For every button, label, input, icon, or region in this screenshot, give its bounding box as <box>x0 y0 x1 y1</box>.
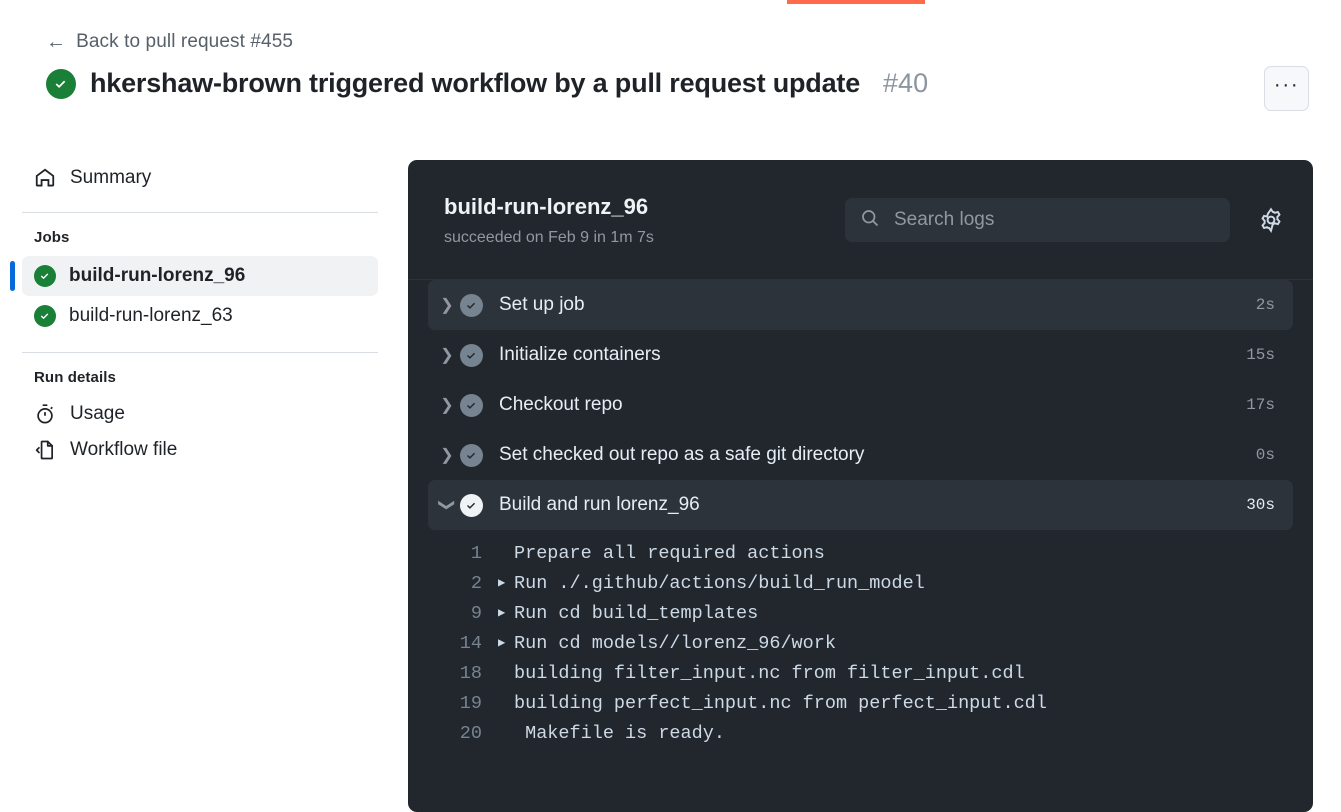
sidebar-jobs-heading: Jobs <box>34 229 70 246</box>
log-line[interactable]: 19 building perfect_input.nc from perfec… <box>408 688 1313 718</box>
page-title-row: hkershaw-brown triggered workflow by a p… <box>46 68 1226 99</box>
stopwatch-icon <box>34 403 56 425</box>
log-line[interactable]: 18 building filter_input.nc from filter_… <box>408 658 1313 688</box>
search-icon <box>860 208 880 233</box>
step-label: Checkout repo <box>499 394 623 415</box>
arrow-left-icon: ← <box>46 31 67 53</box>
back-to-pull-request-link[interactable]: ← Back to pull request #455 <box>46 31 293 53</box>
sidebar-item-summary[interactable]: Summary <box>22 160 378 196</box>
log-line-number: 1 <box>470 542 482 564</box>
log-group-caret[interactable]: ▶ <box>498 637 514 649</box>
log-line-number: 19 <box>459 692 482 714</box>
log-line-text: building filter_input.nc from filter_inp… <box>514 662 1025 684</box>
check-circle-icon <box>460 293 483 317</box>
log-group-caret[interactable]: ▶ <box>498 607 514 619</box>
step-row-0[interactable]: ❯ Set up job 2s <box>428 280 1293 330</box>
log-line[interactable]: 1 Prepare all required actions <box>408 538 1313 568</box>
sidebar-item-workflow-file[interactable]: Workflow file <box>22 432 378 468</box>
home-icon <box>34 167 56 189</box>
gear-icon[interactable] <box>1258 207 1284 234</box>
chevron-right-icon[interactable]: ❯ <box>434 395 460 415</box>
logs-job-name: build-run-lorenz_96 <box>444 194 649 219</box>
log-line[interactable]: 9 ▶ Run cd build_templates <box>408 598 1313 628</box>
run-number: #40 <box>883 68 929 98</box>
step-label: Set checked out repo as a safe git direc… <box>499 444 865 465</box>
sidebar-job-label: build-run-lorenz_96 <box>69 265 246 286</box>
sidebar-item-job-0[interactable]: build-run-lorenz_96 <box>10 256 378 296</box>
log-line-text: Prepare all required actions <box>514 542 825 564</box>
sidebar-item-label: Workflow file <box>70 439 178 460</box>
log-line-text: Run ./.github/actions/build_run_model <box>514 572 925 594</box>
check-circle-icon <box>460 343 483 367</box>
sidebar: Summary Jobs build-run-lorenz_96 build-r… <box>0 160 400 468</box>
sidebar-item-label: Summary <box>70 167 152 188</box>
kebab-icon: ··· <box>1273 73 1300 96</box>
search-logs-input[interactable] <box>892 208 1215 232</box>
step-row-2[interactable]: ❯ Checkout repo 17s <box>428 380 1293 430</box>
log-line[interactable]: 20 Makefile is ready. <box>408 718 1313 748</box>
step-duration: 30s <box>1246 496 1275 514</box>
chevron-down-icon[interactable]: ❯ <box>437 492 457 518</box>
page-title: hkershaw-brown triggered workflow by a p… <box>90 68 861 98</box>
sidebar-job-label: build-run-lorenz_63 <box>69 305 233 326</box>
sidebar-divider-2 <box>22 352 378 353</box>
log-line-number: 20 <box>459 722 482 744</box>
log-line-text: Run cd build_templates <box>514 602 759 624</box>
log-group-caret[interactable]: ▶ <box>498 577 514 589</box>
log-line[interactable]: 14 ▶ Run cd models//lorenz_96/work <box>408 628 1313 658</box>
log-output: 1 Prepare all required actions 2 ▶ Run .… <box>408 530 1313 748</box>
search-logs-box[interactable] <box>845 198 1230 242</box>
sidebar-divider-1 <box>22 212 378 213</box>
browser-loading-bar <box>787 0 925 4</box>
sidebar-run-details-heading: Run details <box>34 369 116 386</box>
log-line[interactable]: 2 ▶ Run ./.github/actions/build_run_mode… <box>408 568 1313 598</box>
log-line-number: 18 <box>459 662 482 684</box>
steps-list: ❯ Set up job 2s ❯ Initialize containers … <box>408 280 1313 530</box>
step-row-4[interactable]: ❯ Build and run lorenz_96 30s <box>428 480 1293 530</box>
chevron-right-icon[interactable]: ❯ <box>434 345 460 365</box>
step-duration: 15s <box>1246 346 1275 364</box>
log-line-number: 9 <box>470 602 482 624</box>
check-circle-green-icon <box>34 265 56 287</box>
log-line-text: Makefile is ready. <box>514 722 725 744</box>
step-label: Set up job <box>499 294 585 315</box>
step-duration: 17s <box>1246 396 1275 414</box>
chevron-right-icon[interactable]: ❯ <box>434 295 460 315</box>
step-duration: 0s <box>1255 446 1275 464</box>
sidebar-item-job-1[interactable]: build-run-lorenz_63 <box>22 296 378 336</box>
file-code-icon <box>34 439 56 461</box>
check-circle-icon <box>460 443 483 467</box>
logs-panel: build-run-lorenz_96 succeeded on Feb 9 i… <box>408 160 1313 812</box>
check-circle-icon <box>460 493 483 517</box>
log-line-number: 2 <box>470 572 482 594</box>
check-circle-icon <box>460 393 483 417</box>
log-line-number: 14 <box>459 632 482 654</box>
sidebar-item-label: Usage <box>70 403 125 424</box>
step-label: Initialize containers <box>499 344 661 365</box>
step-label: Build and run lorenz_96 <box>499 494 700 515</box>
check-circle-green-icon <box>46 68 76 99</box>
logs-job-status: succeeded on Feb 9 in 1m 7s <box>444 229 654 246</box>
step-duration: 2s <box>1255 296 1275 314</box>
workflow-run-page: ← Back to pull request #455 hkershaw-bro… <box>0 0 1341 812</box>
more-options-button[interactable]: ··· <box>1264 66 1309 111</box>
log-line-text: building perfect_input.nc from perfect_i… <box>514 692 1047 714</box>
logs-panel-header: build-run-lorenz_96 succeeded on Feb 9 i… <box>408 160 1313 280</box>
log-line-text: Run cd models//lorenz_96/work <box>514 632 836 654</box>
step-row-3[interactable]: ❯ Set checked out repo as a safe git dir… <box>428 430 1293 480</box>
chevron-right-icon[interactable]: ❯ <box>434 445 460 465</box>
step-row-1[interactable]: ❯ Initialize containers 15s <box>428 330 1293 380</box>
back-link-label: Back to pull request #455 <box>76 31 294 52</box>
sidebar-item-usage[interactable]: Usage <box>22 396 378 432</box>
check-circle-green-icon <box>34 305 56 327</box>
